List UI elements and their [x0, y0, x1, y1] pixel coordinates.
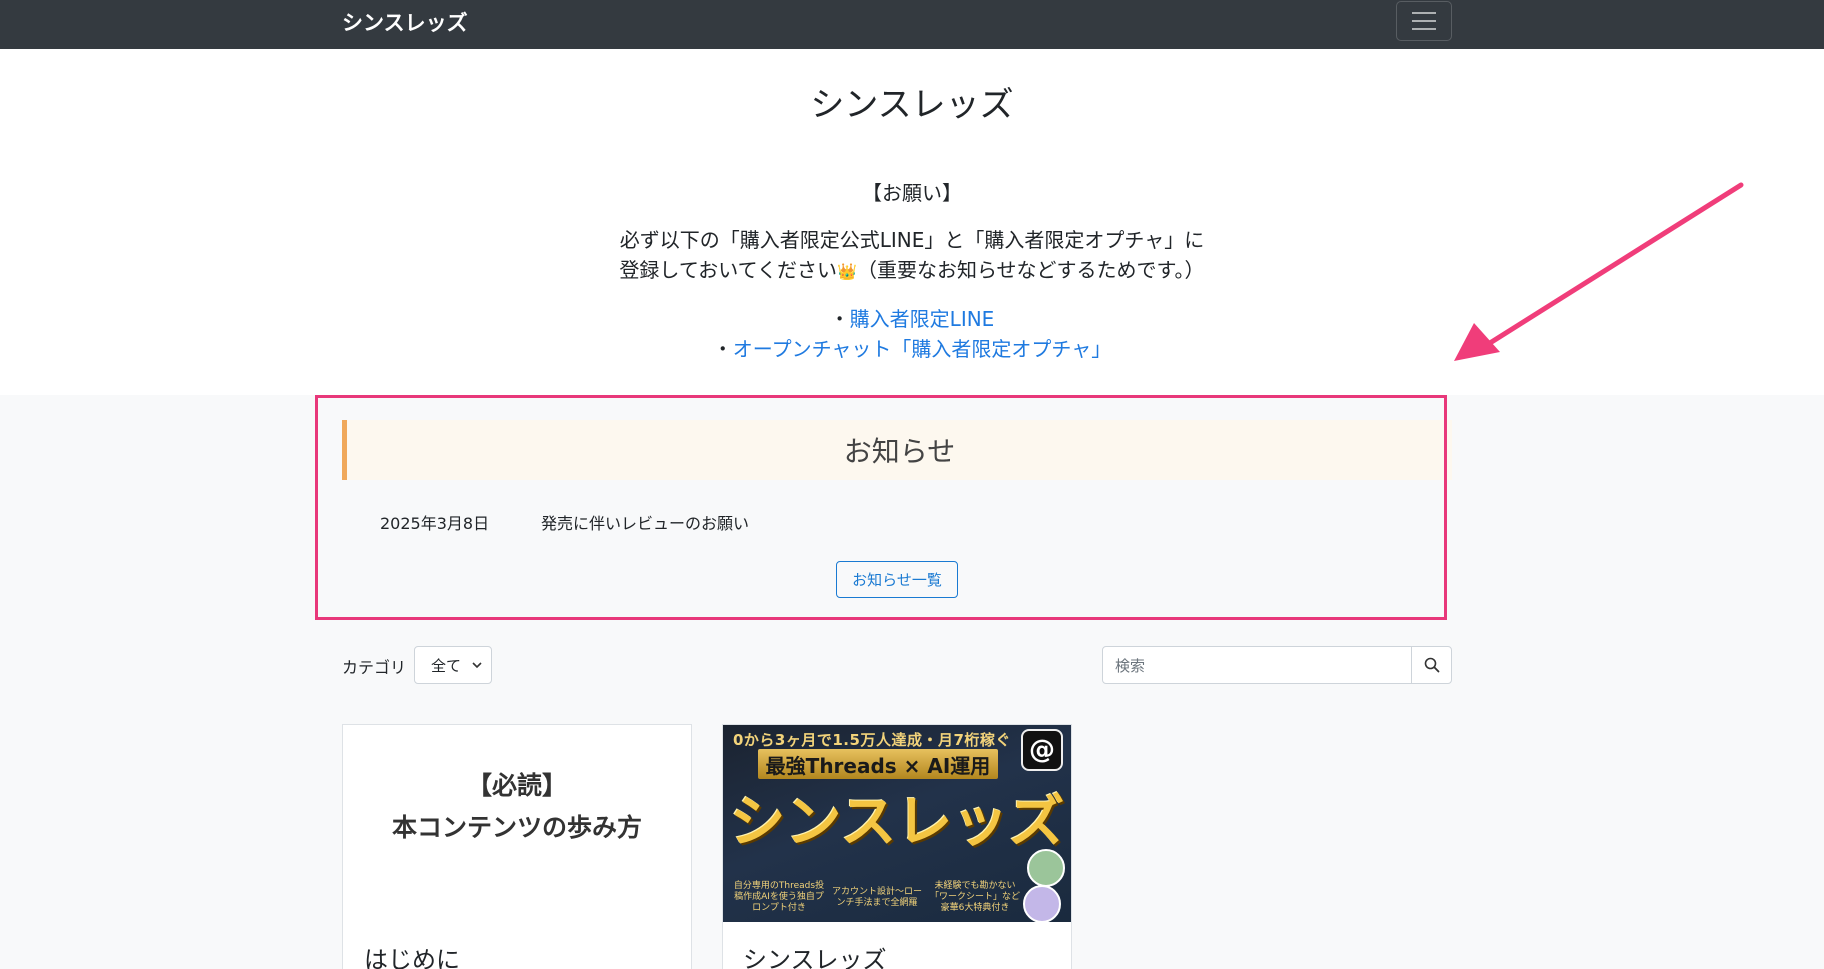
search-icon	[1424, 657, 1439, 673]
card-thumbnail: 0から3ヶ月で1.5万人達成・月7桁稼ぐ 最強Threads × AI運用 シン…	[723, 725, 1071, 922]
notice-text: （重要なお知らせなどするためです。）	[856, 258, 1205, 282]
notice-text: 登録しておいてください	[619, 258, 838, 282]
category-label: カテゴリ	[342, 658, 407, 677]
thumb-badge: 未経験でも勘かない「ワークシート」など豪華6大特典付き	[929, 881, 1020, 913]
card-banner-line: 【必読】	[466, 771, 567, 800]
link-bullet: ・	[712, 337, 733, 361]
thumb-title: シンスレッズ	[729, 790, 1065, 855]
crown-emoji-icon: 👑	[837, 262, 857, 281]
content-card[interactable]: 【必読】 本コンテンツの歩み方 はじめに	[342, 724, 692, 969]
card-banner: 【必読】 本コンテンツの歩み方	[343, 765, 691, 849]
open-chat-link[interactable]: オープンチャット「購入者限定オプチャ」	[733, 337, 1111, 361]
thumb-tagline: 0から3ヶ月で1.5万人達成・月7桁稼ぐ	[733, 731, 1011, 749]
thumb-badge: アカウント設計〜ローンチ手法まで全網羅	[831, 886, 922, 908]
notice-line: 登録しておいてください👑（重要なお知らせなどするためです。）	[0, 254, 1824, 283]
annotation-highlight-box	[315, 395, 1447, 620]
line-link[interactable]: 購入者限定LINE	[850, 307, 995, 331]
link-line: ・オープンチャット「購入者限定オプチャ」	[0, 333, 1824, 362]
thumb-badge: 自分専用のThreads投稿作成AIを使う独自プロンプト付き	[733, 881, 825, 913]
card-banner-line: 本コンテンツの歩み方	[391, 813, 642, 842]
notice-heading: 【お願い】	[862, 181, 962, 205]
search-input[interactable]: 検索	[1102, 646, 1412, 684]
thumb-subtitle: 最強Threads × AI運用	[758, 749, 998, 779]
category-select-value: 全て	[431, 656, 462, 675]
avatar	[1027, 849, 1065, 887]
chevron-down-icon	[472, 662, 482, 669]
card-title: はじめに	[364, 946, 460, 969]
navbar-toggle-button[interactable]	[1396, 1, 1452, 41]
navbar: シンスレッズ	[0, 0, 1824, 49]
link-bullet: ・	[829, 307, 850, 331]
category-select[interactable]: 全て	[414, 646, 492, 684]
threads-logo-icon: @	[1021, 729, 1063, 771]
link-line: ・購入者限定LINE	[0, 303, 1824, 332]
header-section: シンスレッズ 【お願い】 必ず以下の「購入者限定公式LINE」と「購入者限定オプ…	[0, 49, 1824, 395]
content-card[interactable]: 0から3ヶ月で1.5万人達成・月7桁稼ぐ 最強Threads × AI運用 シン…	[722, 724, 1072, 969]
thumb-badges: 自分専用のThreads投稿作成AIを使う独自プロンプト付き アカウント設計〜ロ…	[723, 873, 1071, 922]
page-title: シンスレッズ	[810, 85, 1014, 125]
hamburger-menu-icon	[1412, 12, 1436, 14]
card-title: シンスレッズ	[743, 946, 887, 969]
hamburger-bar	[1412, 28, 1436, 30]
notice-line: 必ず以下の「購入者限定公式LINE」と「購入者限定オプチャ」に	[619, 228, 1205, 252]
search-button[interactable]	[1411, 646, 1452, 684]
navbar-brand[interactable]: シンスレッズ	[342, 7, 468, 37]
hamburger-bar	[1412, 20, 1436, 22]
avatar	[1023, 885, 1061, 922]
